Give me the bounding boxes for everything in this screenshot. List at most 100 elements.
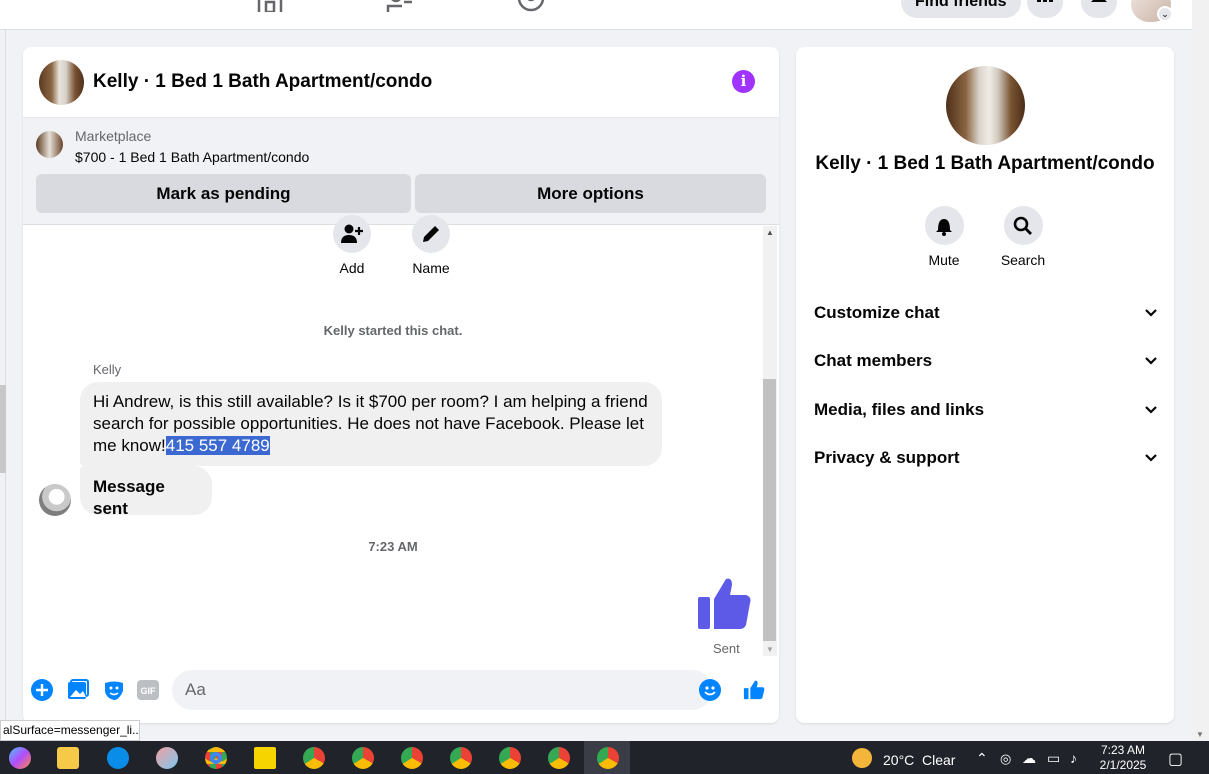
notification-center-icon[interactable]: ▢ xyxy=(1168,749,1183,769)
paint-icon[interactable] xyxy=(156,747,178,769)
chat-avatar[interactable] xyxy=(39,60,84,105)
left-scrollbar-thumb[interactable] xyxy=(0,385,6,473)
listing-thumbnail[interactable] xyxy=(36,131,63,158)
customize-chat-section[interactable]: Customize chat xyxy=(814,303,1158,323)
scroll-up-arrow-icon[interactable]: ▲ xyxy=(766,228,774,237)
status-url-tooltip: alSurface=messenger_li... xyxy=(0,720,140,741)
scroll-down-arrow-icon[interactable]: ▼ xyxy=(766,645,774,654)
windows-taskbar: 20°C Clear ⌃ ◎ ☁ ▭ ♪ 7:23 AM 2/1/2025 ▢ xyxy=(0,741,1209,774)
info-avatar[interactable] xyxy=(946,66,1025,145)
network-icon[interactable]: ▭ xyxy=(1047,750,1060,767)
volume-icon[interactable]: ♪ xyxy=(1070,750,1077,766)
message-bubble[interactable]: Message sent xyxy=(80,466,212,518)
selected-phone-number[interactable]: 415 557 4789 xyxy=(165,436,270,455)
friends-icon[interactable] xyxy=(386,0,414,12)
home-icon[interactable] xyxy=(256,0,284,12)
marketplace-banner: Marketplace $700 - 1 Bed 1 Bath Apartmen… xyxy=(23,118,779,225)
sticker-icon[interactable] xyxy=(103,679,125,701)
plus-circle-icon[interactable] xyxy=(31,679,53,701)
section-label: Customize chat xyxy=(814,303,940,322)
mark-as-pending-button[interactable]: Mark as pending xyxy=(36,174,411,213)
bell-icon xyxy=(924,206,964,245)
marketplace-label: Marketplace xyxy=(75,128,152,144)
emoji-icon[interactable] xyxy=(699,679,721,701)
section-label: Chat members xyxy=(814,351,933,370)
sent-status: Sent xyxy=(713,641,740,656)
bell-icon xyxy=(1091,0,1107,2)
chrome-profile-icon[interactable] xyxy=(303,747,325,769)
message-composer: GIF Aa xyxy=(23,667,779,713)
weather-desc[interactable]: Clear xyxy=(922,752,955,768)
notifications-button[interactable] xyxy=(1081,0,1117,18)
chat-members-section[interactable]: Chat members xyxy=(814,351,1158,371)
chat-title[interactable]: Kelly · 1 Bed 1 Bath Apartment/condo xyxy=(93,71,432,93)
chrome-profile-icon[interactable] xyxy=(597,747,619,769)
search-action[interactable]: Search xyxy=(993,206,1053,268)
chrome-profile-icon[interactable] xyxy=(548,747,570,769)
search-icon xyxy=(1003,206,1043,245)
add-label: Add xyxy=(339,260,365,276)
add-person-icon xyxy=(333,215,371,253)
add-action[interactable]: Add xyxy=(322,215,382,276)
chat-panel: Kelly · 1 Bed 1 Bath Apartment/condo i M… xyxy=(23,47,779,723)
privacy-support-section[interactable]: Privacy & support xyxy=(814,448,1158,468)
gif-icon[interactable]: GIF xyxy=(137,679,159,701)
name-action[interactable]: Name xyxy=(401,215,461,276)
skype-icon[interactable] xyxy=(107,747,129,769)
chevron-down-icon xyxy=(1145,357,1157,365)
chrome-profile-icon[interactable] xyxy=(450,747,472,769)
scrollbar-thumb[interactable] xyxy=(763,379,776,641)
chrome-profile-icon[interactable] xyxy=(499,747,521,769)
timestamp: 7:23 AM xyxy=(368,539,418,554)
copilot-icon[interactable] xyxy=(9,747,31,769)
chat-started-notice: Kelly started this chat. xyxy=(323,323,463,338)
section-label: Media, files and links xyxy=(814,400,985,419)
info-title: Kelly · 1 Bed 1 Bath Apartment/condo xyxy=(815,153,1155,174)
scroll-down-arrow-icon[interactable]: ▼ xyxy=(1196,730,1204,739)
chrome-profile-icon[interactable] xyxy=(401,747,423,769)
thumbs-up-icon[interactable] xyxy=(696,577,752,631)
chevron-up-icon[interactable]: ⌃ xyxy=(976,750,988,767)
meet-now-icon[interactable]: ◎ xyxy=(1000,751,1011,767)
search-label: Search xyxy=(1000,252,1046,268)
thread-scrollbar[interactable]: ▲ ▼ xyxy=(763,226,777,656)
system-clock[interactable]: 7:23 AM 2/1/2025 xyxy=(1094,743,1152,773)
clock-date: 2/1/2025 xyxy=(1099,758,1147,772)
message-bubble[interactable]: Hi Andrew, is this still available? Is i… xyxy=(80,382,662,466)
chevron-down-icon xyxy=(1145,406,1157,414)
sticky-notes-icon[interactable] xyxy=(254,747,276,769)
find-friends-button[interactable]: Find friends xyxy=(901,0,1021,18)
moon-weather-icon[interactable] xyxy=(852,748,872,768)
listing-title[interactable]: $700 - 1 Bed 1 Bath Apartment/condo xyxy=(75,149,309,165)
svg-text:GIF: GIF xyxy=(141,686,157,696)
sender-avatar[interactable] xyxy=(39,484,71,516)
weather-temp[interactable]: 20°C xyxy=(883,752,914,768)
chevron-down-icon: ⌄ xyxy=(1157,6,1173,22)
chat-info-panel: Kelly · 1 Bed 1 Bath Apartment/condo Mut… xyxy=(796,47,1174,723)
chevron-down-icon xyxy=(1145,309,1157,317)
account-avatar[interactable]: ⌄ xyxy=(1131,0,1173,22)
page-scrollbar[interactable]: ▼ xyxy=(1192,0,1209,741)
like-icon[interactable] xyxy=(743,679,765,701)
message-input[interactable]: Aa xyxy=(172,670,712,710)
chrome-icon[interactable] xyxy=(205,747,227,769)
sender-name: Kelly xyxy=(93,362,122,377)
top-navigation-bar: Find friends ⌄ xyxy=(0,0,1192,30)
chat-header: Kelly · 1 Bed 1 Bath Apartment/condo i xyxy=(23,47,779,118)
more-options-button[interactable]: More options xyxy=(415,174,766,213)
chevron-down-icon xyxy=(1145,454,1157,462)
chrome-profile-icon[interactable] xyxy=(352,747,374,769)
pencil-icon xyxy=(412,215,450,253)
menu-button[interactable] xyxy=(1027,0,1063,18)
groups-icon[interactable] xyxy=(517,0,545,12)
section-label: Privacy & support xyxy=(814,448,960,467)
clock-time: 7:23 AM xyxy=(1100,743,1146,757)
mute-action[interactable]: Mute xyxy=(914,206,974,268)
grid-menu-icon xyxy=(1037,0,1053,2)
photo-icon[interactable] xyxy=(67,679,89,701)
name-label: Name xyxy=(412,260,450,276)
info-icon[interactable]: i xyxy=(732,70,755,93)
file-explorer-icon[interactable] xyxy=(57,747,79,769)
onedrive-icon[interactable]: ☁ xyxy=(1022,750,1036,767)
media-files-links-section[interactable]: Media, files and links xyxy=(814,400,1158,420)
